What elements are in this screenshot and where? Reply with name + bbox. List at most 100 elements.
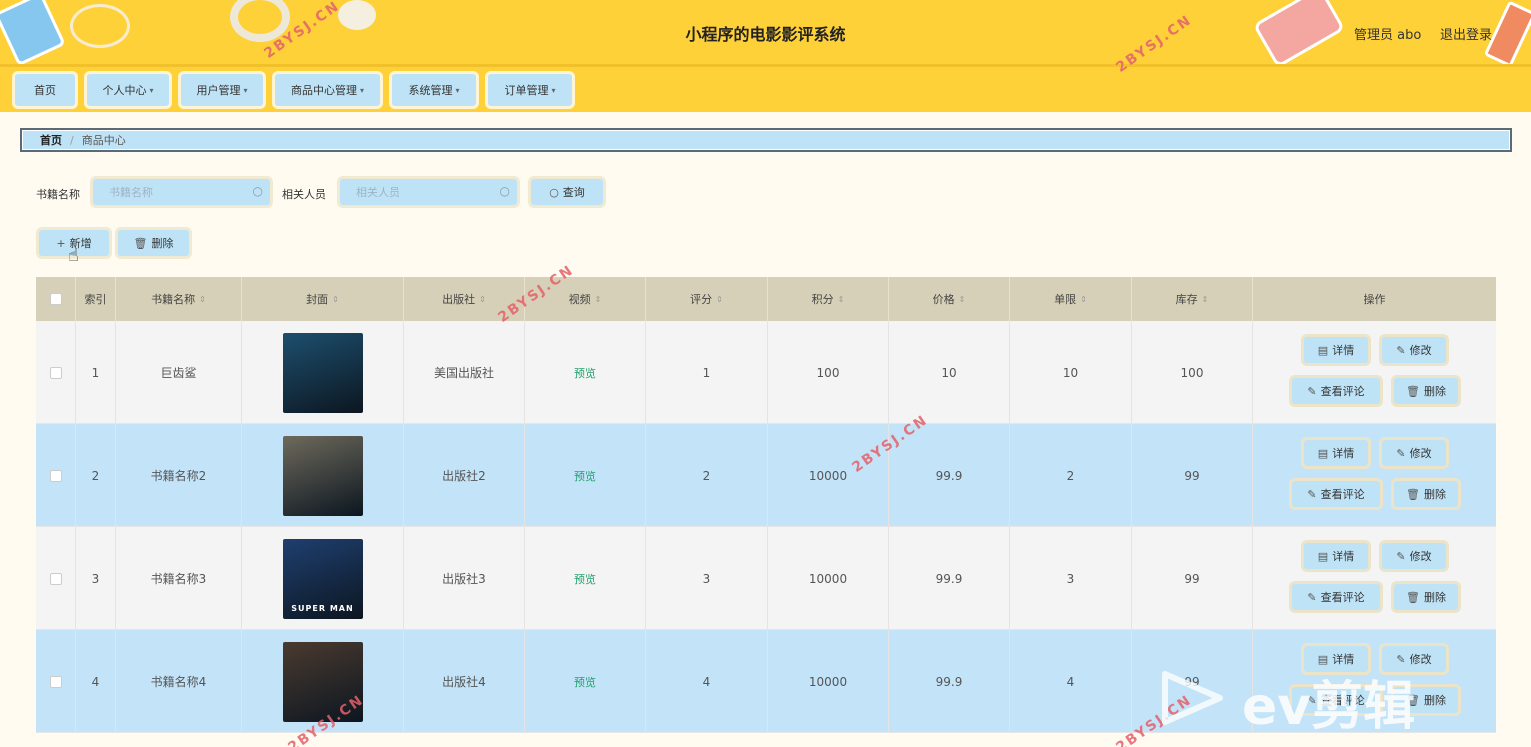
search-icon: ○ (252, 184, 263, 198)
related-person-input[interactable] (340, 179, 517, 205)
cell-index: 2 (76, 424, 116, 527)
col-points[interactable]: 积分 ⇕ (768, 277, 889, 321)
video-preview-link[interactable]: 预览 (574, 674, 596, 690)
cell-text: 3 (91, 571, 100, 586)
nav-item-personal-center[interactable]: 个人中心 ▾ (84, 71, 172, 109)
plus-icon: + (56, 236, 66, 250)
cell-rating: 2 (646, 424, 768, 527)
nav-item-goods-center[interactable]: 商品中心管理 ▾ (272, 71, 383, 109)
col-cover[interactable]: 封面 ⇕ (242, 277, 404, 321)
query-button[interactable]: ○ 查询 (528, 176, 606, 208)
breadcrumb-current: 商品中心 (81, 134, 126, 147)
view-comments-button[interactable]: ✎ 查看评论 (1289, 581, 1383, 613)
cell-text: 2 (702, 468, 711, 483)
edit-button[interactable]: ✎ 修改 (1379, 540, 1449, 572)
sort-icon: ⇕ (199, 294, 206, 304)
cell-text: 100 (816, 365, 840, 380)
cell-text: 巨齿鲨 (160, 366, 197, 380)
chevron-down-icon: ▾ (149, 85, 154, 95)
pencil-icon: ✎ (1396, 343, 1406, 357)
col-limit[interactable]: 单限 ⇕ (1010, 277, 1132, 321)
video-preview-link[interactable]: 预览 (574, 468, 596, 484)
cell-text: 99.9 (935, 468, 963, 483)
nav-item-order-management[interactable]: 订单管理 ▾ (485, 71, 575, 109)
row-delete-button[interactable]: 🗑 删除 (1391, 478, 1461, 510)
cell-rating: 4 (646, 630, 768, 733)
document-icon: ▤ (1317, 652, 1329, 666)
cell-text: 书籍名称4 (150, 675, 207, 689)
nav-item-system-management[interactable]: 系统管理 ▾ (389, 71, 479, 109)
edit-button[interactable]: ✎ 修改 (1379, 437, 1449, 469)
ev-editor-logo: ev剪辑 (1162, 671, 1415, 737)
checkbox[interactable] (49, 366, 62, 379)
detail-button[interactable]: ▤ 详情 (1301, 540, 1371, 572)
row-select[interactable] (36, 630, 76, 733)
cell-text: 1 (702, 365, 711, 380)
cell-publisher: 出版社4 (404, 630, 525, 733)
cell-points: 10000 (768, 630, 889, 733)
col-book-name[interactable]: 书籍名称 ⇕ (116, 277, 242, 321)
video-preview-link[interactable]: 预览 (574, 571, 596, 587)
nav-label: 商品中心管理 (290, 84, 357, 97)
cell-video: 预览 (525, 630, 646, 733)
breadcrumb-separator: / (70, 133, 74, 147)
row-delete-button[interactable]: 🗑 删除 (1391, 581, 1461, 613)
table-row: 3 书籍名称3 SUPER MAN 出版社3 预览 3 10000 99.9 3 99 ▤ 详情 ✎… (36, 527, 1496, 630)
book-name-input[interactable] (93, 179, 270, 205)
header-select-all[interactable] (36, 277, 76, 321)
video-preview-link[interactable]: 预览 (574, 365, 596, 381)
checkbox[interactable] (49, 675, 62, 688)
nav-item-user-management[interactable]: 用户管理 ▾ (178, 71, 266, 109)
edit-button[interactable]: ✎ 修改 (1379, 334, 1449, 366)
cell-actions: ▤ 详情 ✎ 修改 ✎ 查看评论 🗑 删除 (1253, 424, 1496, 527)
cell-price: 10 (889, 321, 1010, 424)
view-comments-button[interactable]: ✎ 查看评论 (1289, 375, 1383, 407)
cell-text: 10 (1062, 365, 1079, 380)
pencil-icon: ✎ (1307, 487, 1317, 501)
col-price[interactable]: 价格 ⇕ (889, 277, 1010, 321)
nav-label: 系统管理 (408, 84, 453, 97)
cell-book-name: 巨齿鲨 (116, 321, 242, 424)
cover-image (282, 332, 363, 413)
pencil-icon: ✎ (1307, 384, 1317, 398)
book-name-label: 书籍名称 (36, 188, 80, 201)
cell-limit: 10 (1010, 321, 1132, 424)
sort-icon: ⇕ (837, 294, 845, 304)
poster-title: SUPER MAN (291, 603, 354, 613)
cell-stock: 100 (1132, 321, 1253, 424)
row-select[interactable] (36, 321, 76, 424)
checkbox[interactable] (49, 572, 62, 585)
chevron-down-icon: ▾ (243, 85, 248, 95)
row-select[interactable] (36, 424, 76, 527)
cell-stock: 99 (1132, 424, 1253, 527)
table-header: 索引 书籍名称 ⇕ 封面 ⇕ 出版社 ⇕ 视频 ⇕ 评分 ⇕ 积分 ⇕ 价格 ⇕ 单限 ⇕ 库存… (36, 277, 1496, 321)
detail-button[interactable]: ▤ 详情 (1301, 437, 1371, 469)
cell-book-name: 书籍名称2 (116, 424, 242, 527)
col-stock[interactable]: 库存 ⇕ (1132, 277, 1253, 321)
cover-image (282, 435, 363, 516)
col-rating[interactable]: 评分 ⇕ (646, 277, 768, 321)
cell-text: 10000 (808, 571, 848, 586)
cell-cover (242, 424, 404, 527)
checkbox[interactable] (49, 469, 62, 482)
checkbox[interactable] (49, 293, 62, 305)
bulk-delete-button[interactable]: 🗑 删除 (115, 227, 192, 259)
pencil-icon: ✎ (1396, 446, 1406, 460)
sort-icon: ⇕ (479, 294, 486, 304)
row-delete-button[interactable]: 🗑 删除 (1391, 375, 1461, 407)
col-actions: 操作 (1363, 293, 1386, 306)
cell-text: 3 (702, 571, 711, 586)
cell-limit: 3 (1010, 527, 1132, 630)
row-select[interactable] (36, 527, 76, 630)
view-comments-button[interactable]: ✎ 查看评论 (1289, 478, 1383, 510)
nav-label: 用户管理 (196, 84, 241, 97)
cell-text: 99.9 (935, 674, 963, 689)
detail-button[interactable]: ▤ 详情 (1301, 334, 1371, 366)
breadcrumb-home[interactable]: 首页 (40, 132, 62, 148)
trash-icon: 🗑 (1406, 487, 1420, 501)
logout-link[interactable]: 退出登录 (1440, 24, 1492, 43)
document-icon: ▤ (1317, 343, 1329, 357)
cell-cover: SUPER MAN (242, 527, 404, 630)
sort-icon: ⇕ (1201, 294, 1209, 304)
nav-item-home[interactable]: 首页 (12, 71, 78, 109)
